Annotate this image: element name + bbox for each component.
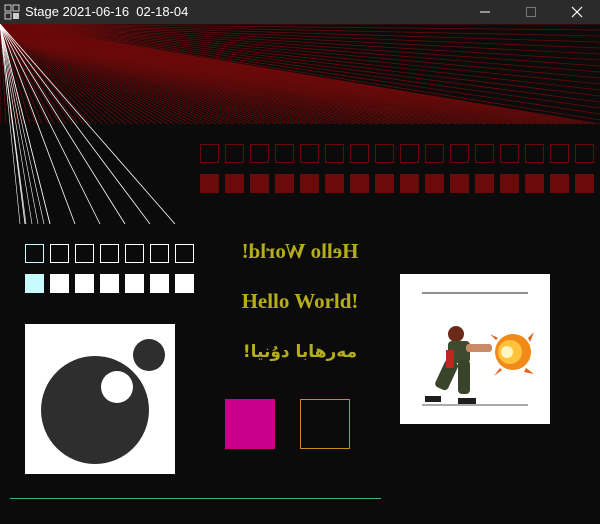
white-outline-square (125, 244, 144, 263)
maximize-icon (526, 7, 536, 17)
white-fan-line (0, 24, 21, 225)
close-button[interactable] (554, 0, 600, 24)
red-filled-square (475, 174, 494, 193)
red-filled-square (375, 174, 394, 193)
red-filled-square (575, 174, 594, 193)
white-filled-square (125, 274, 144, 293)
red-outline-square (275, 144, 294, 163)
white-filled-square (175, 274, 194, 293)
red-outline-square (325, 144, 344, 163)
app-grid-icon (4, 4, 20, 20)
white-outline-square (75, 244, 94, 263)
red-outline-square (425, 144, 444, 163)
red-filled-square (325, 174, 344, 193)
window-title: Stage 2021-06-16 02-18-04 (25, 4, 189, 19)
white-outline-square (25, 244, 44, 263)
minimize-button[interactable] (462, 0, 508, 24)
red-outline-square (350, 144, 369, 163)
green-baseline (10, 498, 381, 499)
circles-logo-icon (41, 339, 165, 464)
red-filled-square (450, 174, 469, 193)
red-outline-square (525, 144, 544, 163)
red-outline-square (475, 144, 494, 163)
uyghur-hello-text: مەرھابا دۇنيا! (242, 342, 358, 362)
white-filled-square (75, 274, 94, 293)
red-filled-square (225, 174, 244, 193)
white-filled-square (100, 274, 119, 293)
white-outline-square (100, 244, 119, 263)
red-filled-square (400, 174, 419, 193)
minimize-icon (480, 11, 490, 13)
red-fan-line (0, 24, 600, 115)
red-filled-square (500, 174, 519, 193)
orange-outline-square (300, 399, 350, 449)
red-outline-square (450, 144, 469, 163)
white-filled-square (50, 274, 69, 293)
red-filled-square (250, 174, 269, 193)
white-filled-square (150, 274, 169, 293)
white-outline-square (150, 244, 169, 263)
mirrored-hello-text: Hello World! (241, 239, 359, 263)
red-filled-square (200, 174, 219, 193)
title-bar: Stage 2021-06-16 02-18-04 (0, 0, 600, 24)
maximize-button[interactable] (508, 0, 554, 24)
red-filled-square (550, 174, 569, 193)
red-filled-square (425, 174, 444, 193)
magenta-square (225, 399, 275, 449)
red-outline-square (375, 144, 394, 163)
red-outline-square (400, 144, 419, 163)
hello-text: Hello World! (241, 289, 359, 313)
fighter-sprite-icon (422, 292, 534, 406)
red-outline-square (200, 144, 219, 163)
fighter-sprite-image (400, 274, 550, 424)
white-outline-square (175, 244, 194, 263)
red-filled-square (525, 174, 544, 193)
red-outline-square (575, 144, 594, 163)
circles-logo (25, 324, 175, 474)
red-outline-square (250, 144, 269, 163)
red-outline-square (225, 144, 244, 163)
red-outline-square (550, 144, 569, 163)
red-outline-square (500, 144, 519, 163)
white-filled-square (25, 274, 44, 293)
red-filled-square (275, 174, 294, 193)
red-filled-square (350, 174, 369, 193)
stage-canvas[interactable]: Hello World! Hello World! مەرھابا دۇنيا! (0, 24, 600, 524)
white-outline-square (50, 244, 69, 263)
red-filled-square (300, 174, 319, 193)
close-icon (571, 6, 583, 18)
red-outline-square (300, 144, 319, 163)
